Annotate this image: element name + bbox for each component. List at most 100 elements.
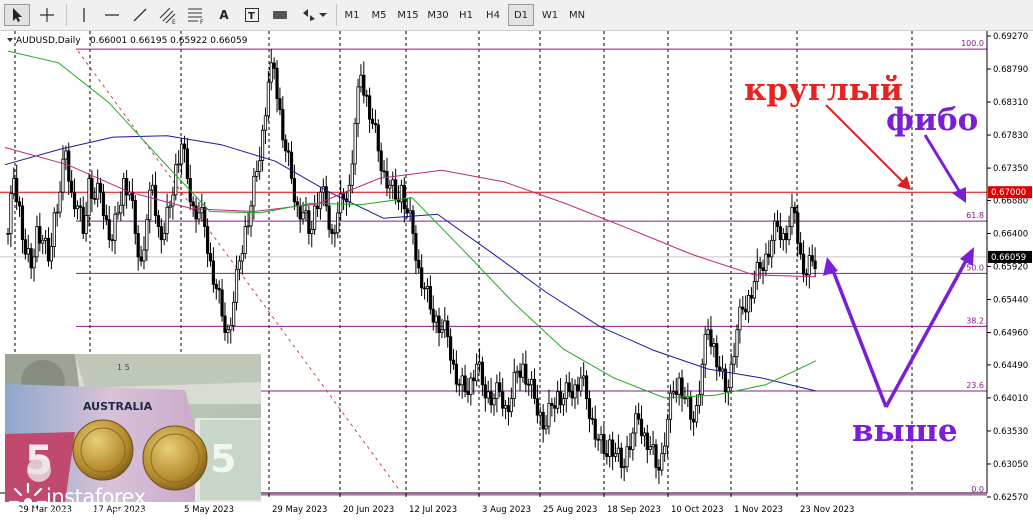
candle-body xyxy=(211,260,215,285)
candle-body xyxy=(590,418,594,420)
timeframe-h4[interactable]: H4 xyxy=(480,4,506,26)
candle-body xyxy=(579,377,583,392)
annotation-round[interactable]: круглый xyxy=(744,72,903,108)
candle-body xyxy=(628,446,632,450)
candle-body xyxy=(29,248,33,269)
candle-body xyxy=(553,405,557,409)
candle-body xyxy=(376,124,380,152)
candle-body xyxy=(480,361,485,386)
candle-body xyxy=(72,191,77,210)
timeframe-h1[interactable]: H1 xyxy=(454,4,478,26)
candle-body xyxy=(185,148,189,179)
annotation-fibo[interactable]: фибо xyxy=(886,102,978,138)
timeframe-mn[interactable]: MN xyxy=(564,4,590,26)
candle-body xyxy=(104,215,108,221)
candle-body xyxy=(336,212,340,234)
candle-body xyxy=(214,283,218,289)
candle-body xyxy=(35,226,39,258)
text-label-icon[interactable]: T xyxy=(240,4,264,26)
candle-body xyxy=(677,377,681,395)
timeframe-m15[interactable]: M15 xyxy=(394,4,422,26)
channel-icon[interactable]: E xyxy=(156,4,180,26)
candle-body xyxy=(272,62,276,69)
fibo-level-label: 100.0 xyxy=(961,39,984,48)
candle-body xyxy=(113,213,117,241)
chart-header: AUDUSD,Daily 0.66001 0.66195 0.65922 0.6… xyxy=(7,36,248,46)
candle-body xyxy=(153,184,158,216)
timeframe-m30[interactable]: M30 xyxy=(424,4,452,26)
vertical-line-icon[interactable] xyxy=(72,4,96,26)
rectangle-icon[interactable] xyxy=(268,4,292,26)
candle-body xyxy=(136,233,140,258)
candle-body xyxy=(541,411,545,430)
timeframe-d1[interactable]: D1 xyxy=(508,4,534,26)
cursor-arrow-icon[interactable] xyxy=(4,4,30,26)
candle-body xyxy=(477,361,482,365)
timeframe-m5[interactable]: M5 xyxy=(366,4,392,26)
candle-body xyxy=(373,122,377,126)
candle-body xyxy=(605,453,609,457)
candle-body xyxy=(263,115,268,131)
candle-body xyxy=(287,150,291,153)
candle-body xyxy=(582,375,586,379)
timeframe-m1[interactable]: M1 xyxy=(340,4,364,26)
candle-body xyxy=(804,273,809,276)
crosshair-icon[interactable] xyxy=(34,4,60,26)
candle-body xyxy=(191,201,195,207)
candle-body xyxy=(434,315,438,323)
candle-body xyxy=(694,405,699,423)
instaforex-logo: instaforex Instant Forex Trading xyxy=(0,478,200,523)
candle-body xyxy=(402,184,406,210)
candle-body xyxy=(81,206,85,234)
candle-body xyxy=(229,325,233,331)
candle-body xyxy=(177,163,181,166)
candle-body xyxy=(217,288,221,291)
candle-body xyxy=(796,212,800,244)
timeframe-w1[interactable]: W1 xyxy=(538,4,562,26)
annotation-above[interactable]: выше xyxy=(852,413,958,449)
candle-body xyxy=(266,81,270,117)
candle-body xyxy=(370,118,375,124)
candle-body xyxy=(197,212,201,220)
time-tick-label: 23 Nov 2023 xyxy=(800,505,854,515)
trendline-icon[interactable] xyxy=(128,4,152,26)
price-tick-label: 0.67830 xyxy=(993,131,1028,141)
price-tick-label: 0.68790 xyxy=(993,65,1028,75)
fibo-level-label: 61.8 xyxy=(966,211,984,220)
candle-body xyxy=(327,205,331,230)
candle-body xyxy=(535,398,539,416)
time-tick-label: 25 Aug 2023 xyxy=(543,505,597,515)
shapes-menu-icon[interactable] xyxy=(298,4,330,26)
candle-body xyxy=(44,237,48,241)
candle-body xyxy=(391,179,395,186)
candle-body xyxy=(793,206,797,214)
candle-body xyxy=(20,205,25,241)
candle-body xyxy=(107,219,111,241)
candle-body xyxy=(26,248,30,255)
candle-body xyxy=(715,343,719,368)
time-tick-label: 1 Nov 2023 xyxy=(734,505,783,515)
candle-body xyxy=(318,191,323,210)
horizontal-line-icon[interactable] xyxy=(100,4,124,26)
candle-body xyxy=(689,396,693,420)
price-tick-label: 0.62570 xyxy=(993,493,1028,503)
candle-body xyxy=(17,201,22,207)
fibo-icon[interactable]: F xyxy=(184,4,208,26)
candle-body xyxy=(547,403,551,427)
candle-body xyxy=(466,391,470,395)
candle-body xyxy=(119,204,123,214)
candle-body xyxy=(680,377,684,399)
candle-body xyxy=(674,391,678,395)
candle-body xyxy=(584,375,589,400)
candle-body xyxy=(775,220,780,227)
candle-body xyxy=(168,205,172,208)
text-tool-icon[interactable]: A xyxy=(212,4,236,26)
candle-body xyxy=(801,253,806,275)
candle-body xyxy=(495,382,499,400)
candle-body xyxy=(292,178,296,203)
candle-body xyxy=(428,286,432,310)
candle-body xyxy=(451,359,456,365)
candle-body xyxy=(613,453,618,457)
candle-body xyxy=(608,439,612,457)
candle-body xyxy=(807,255,811,276)
